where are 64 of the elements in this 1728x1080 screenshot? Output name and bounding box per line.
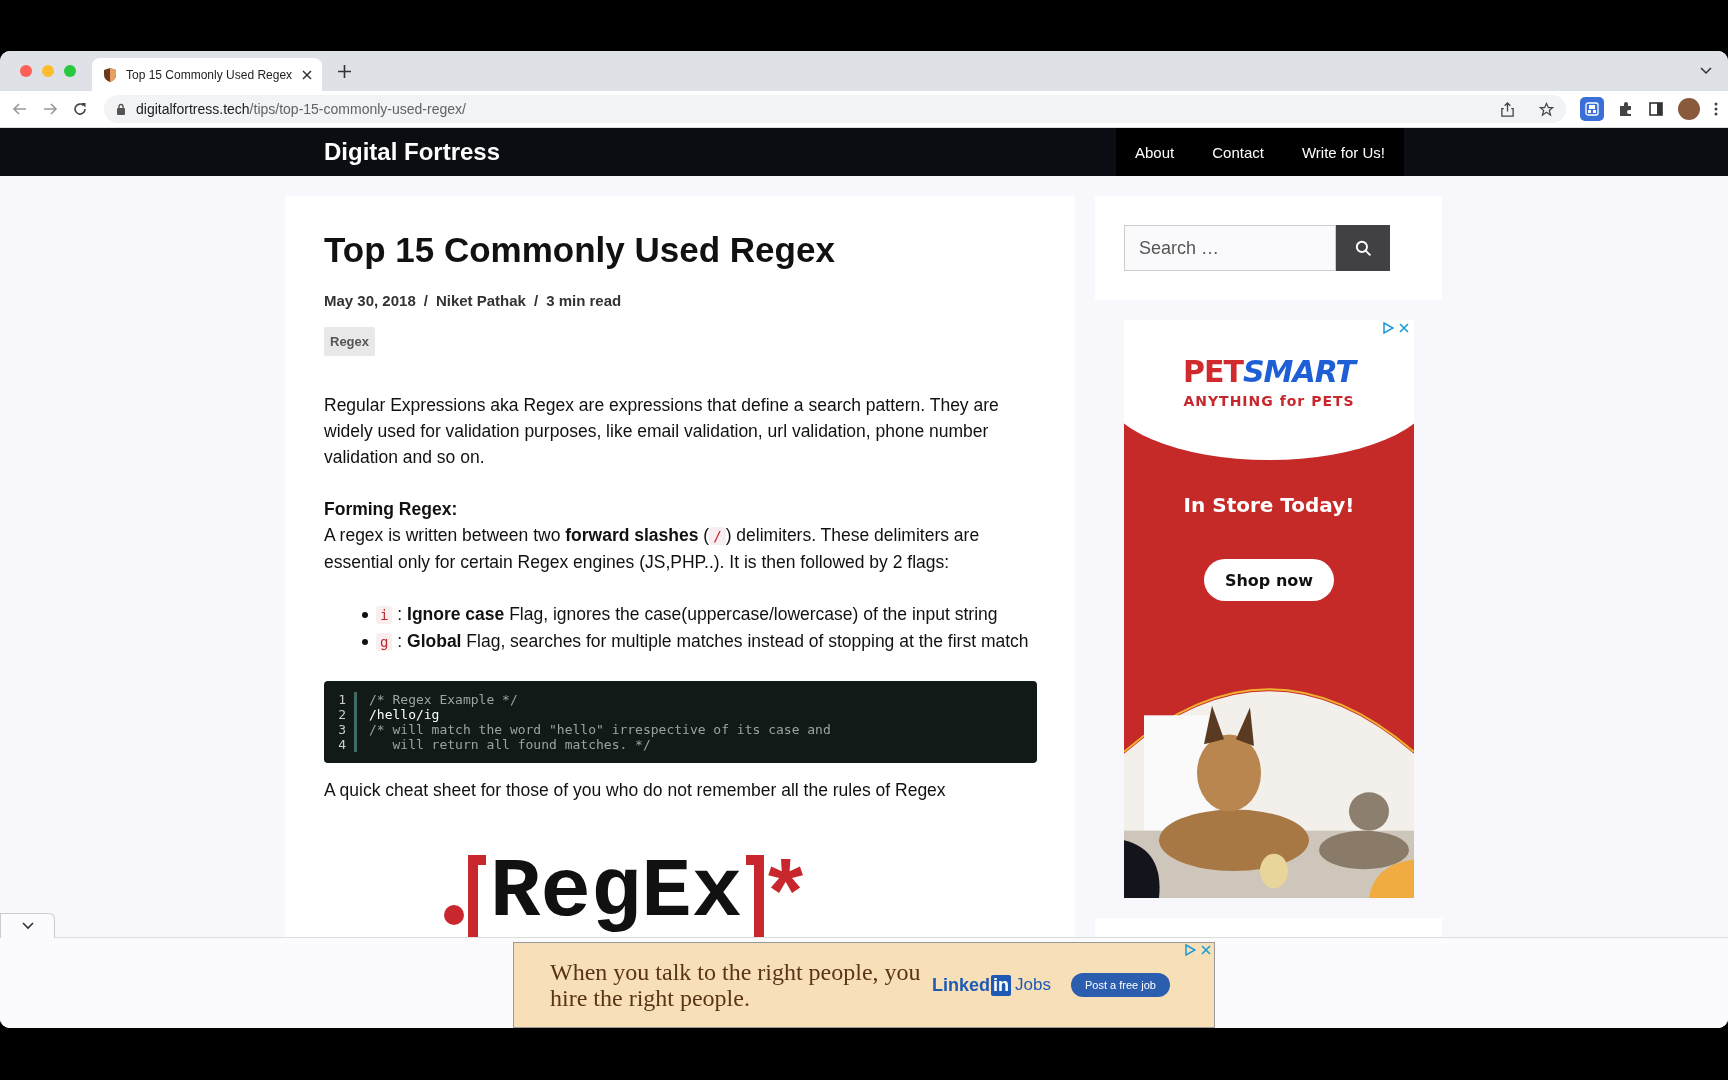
extension-icon[interactable] [1580,97,1604,121]
code-line: /* Regex Example */ [369,692,518,707]
meta-separator: / [423,292,428,309]
code-line: /hello/ig [369,707,440,722]
browser-tab[interactable]: Top 15 Commonly Used Regex [92,58,322,91]
line-number: 1 [337,692,346,707]
article-title: Top 15 Commonly Used Regex [324,230,835,270]
bullet-icon [362,611,368,618]
shop-now-button[interactable]: Shop now [1204,559,1334,601]
back-icon[interactable] [12,101,28,117]
profile-avatar[interactable] [1678,98,1700,120]
nav-link[interactable]: Write for Us! [1301,143,1385,161]
line-number: 2 [337,707,346,722]
shield-icon [102,66,118,83]
list-item: i : Ignore case Flag, ignores the case(uppercase/lowercase) of the input string [376,601,998,628]
search-icon [1354,239,1372,257]
star-icon[interactable] [1539,101,1554,117]
nav-link[interactable]: About [1135,143,1175,161]
logo-word: RegEx [490,851,743,935]
ad-headline: In Store Today! [1183,493,1355,517]
post-date: May 30, 2018 [324,292,416,309]
section-heading: Forming Regex: [324,498,459,521]
code-line: will return all found matches. */ [391,737,651,752]
url-text: digitalfortress.tech/tips/top-15-commonly-used-regex/ [136,101,466,117]
list-item: g : Global Flag, searches for multiple matches instead of stopping at the first match [376,628,1029,655]
dot-icon [444,905,464,925]
chevron-down-icon[interactable] [1700,67,1712,75]
side-panel-icon[interactable] [1648,101,1664,117]
menu-icon[interactable] [1714,101,1718,117]
brand-logo: Linked in [932,974,1011,996]
ad-slogan: ANYTHING for PETS [1183,393,1355,409]
paragraph: Regular Expressions aka Regex are expressions that define a search pattern. They are widely used for validation purposes, like email validation, url validation, phone number validation and so on. [324,394,1000,469]
puzzle-icon[interactable] [1618,101,1634,117]
bullet-icon [362,638,368,645]
jobs-ad[interactable]: When you talk to the right people, you hire the right people. Linked in Jobs Post a free job [513,942,1215,1028]
ad-text: When you talk to the right people, you hire the right people. [550,959,922,1011]
lock-icon [116,103,126,115]
chevron-down-icon [21,922,34,930]
tab-title: Top 15 Commonly Used Regex [126,67,294,82]
line-number: 3 [337,722,346,737]
share-icon[interactable] [1500,101,1515,117]
logo-asterisk: * [768,851,804,931]
ad-brand-suffix: Jobs [1015,975,1051,995]
new-tab-icon[interactable] [338,64,351,78]
nav-link[interactable]: Contact [1212,143,1264,161]
reload-icon[interactable] [72,101,88,117]
close-tab-icon[interactable] [302,69,312,80]
search-field[interactable]: Search … [1124,225,1336,271]
read-time: 3 min read [546,292,622,309]
address-field[interactable]: digitalfortress.tech/tips/top-15-commonly-used-regex/ [104,95,1566,123]
author-link[interactable]: Niket Pathak [435,292,526,309]
pet-store-ad[interactable]: PETSMART ANYTHING for PETS In Store Today! Shop now [1124,320,1414,898]
forward-icon[interactable] [42,101,58,117]
code-line: /* will match the word "hello" irrespective of its case and [369,722,831,737]
meta-separator: / [533,292,539,309]
ad-choices-icon[interactable] [1382,322,1394,334]
site-title[interactable]: Digital Fortress [324,138,501,166]
post-job-button[interactable]: Post a free job [1070,973,1170,997]
category-tag[interactable]: Regex [324,327,376,356]
line-number: 4 [337,737,346,752]
search-button[interactable] [1336,225,1390,271]
close-ad-icon[interactable] [1398,322,1410,334]
paragraph: A quick cheat sheet for those of you who do not remember all the rules of Regex [324,779,947,802]
paragraph: A regex is written between two forward slashes ( / ) delimiters. These delimiters are essential only for certain Regex engines (JS,PHP..). It is then followed by 2 flags: [324,524,981,574]
